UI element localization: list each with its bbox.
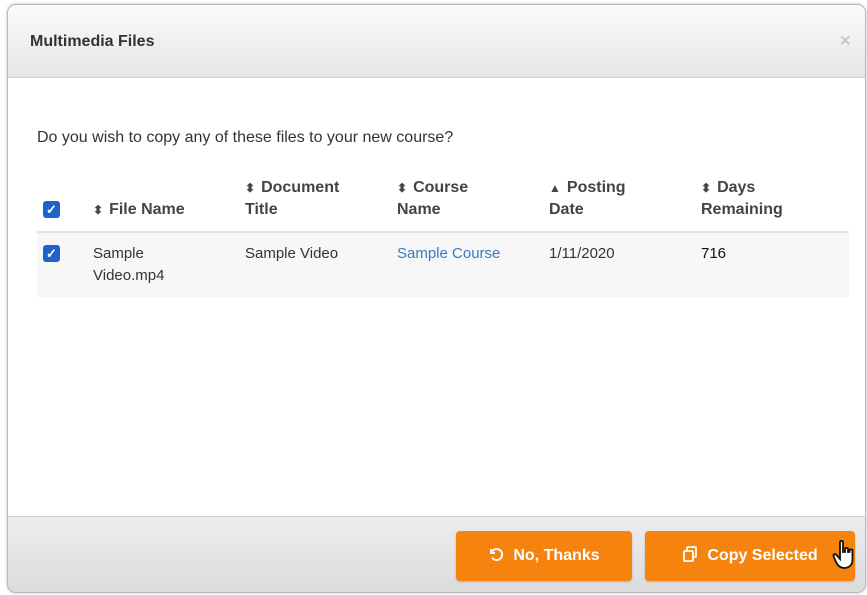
row-select-cell[interactable]: ✓ [37,232,87,297]
header-label: Days [717,179,756,196]
row-checkbox[interactable]: ✓ [43,245,60,262]
copy-selected-button[interactable]: Copy Selected [645,531,855,581]
copy-icon [682,545,698,567]
sort-icon: ⬍ [397,181,408,195]
file-name: Sample [93,245,144,262]
files-table: ✓ ⬍ File Name ⬍ Document Title ⬍ Course Nam… [37,173,849,297]
sort-up-icon: ▲ [549,181,561,195]
copy-prompt: Do you wish to copy any of these files t… [37,129,454,146]
course-name-cell: Sample Course [391,232,543,297]
course-link[interactable]: Sample Course [397,245,500,262]
header-label: Name [397,201,441,218]
header-file-name[interactable]: ⬍ File Name [87,173,239,233]
no-thanks-button[interactable]: No, Thanks [456,531,632,581]
header-days-remaining[interactable]: ⬍ Days Remaining [695,173,849,233]
header-label: Date [549,201,584,218]
undo-icon [488,546,504,567]
multimedia-files-dialog: Multimedia Files × Do you wish to copy a… [7,4,866,593]
table-header-row: ✓ ⬍ File Name ⬍ Document Title ⬍ Course Nam… [37,173,849,233]
header-label: Document [261,179,340,196]
header-label: Remaining [701,201,783,218]
file-name: Video.mp4 [93,267,165,284]
file-name-cell: Sample Video.mp4 [87,232,239,297]
dialog-title: Multimedia Files [30,33,155,50]
days-remaining-cell: 716 [695,232,849,297]
header-posting-date[interactable]: ▲ Posting Date [543,173,695,233]
document-title-cell: Sample Video [239,232,391,297]
header-select-all[interactable]: ✓ [37,173,87,233]
posting-date-cell: 1/11/2020 [543,232,695,297]
close-icon[interactable]: × [839,30,851,53]
dialog-header: Multimedia Files × [8,5,865,78]
hand-pointer-icon [832,539,856,577]
header-document-title[interactable]: ⬍ Document Title [239,173,391,233]
select-all-checkbox[interactable]: ✓ [43,201,60,218]
dialog-footer: No, Thanks Copy Selected [8,516,865,592]
header-course-name[interactable]: ⬍ Course Name [391,173,543,233]
header-label: Title [245,201,278,218]
header-label: Posting [566,179,626,196]
sort-icon: ⬍ [93,203,104,217]
table-row: ✓ Sample Video.mp4 Sample Video Sample C… [37,232,849,297]
sort-icon: ⬍ [245,181,256,195]
no-thanks-label: No, Thanks [513,547,600,564]
sort-icon: ⬍ [701,181,712,195]
header-label: File Name [109,201,185,218]
copy-selected-label: Copy Selected [707,547,818,564]
header-label: Course [413,179,469,196]
